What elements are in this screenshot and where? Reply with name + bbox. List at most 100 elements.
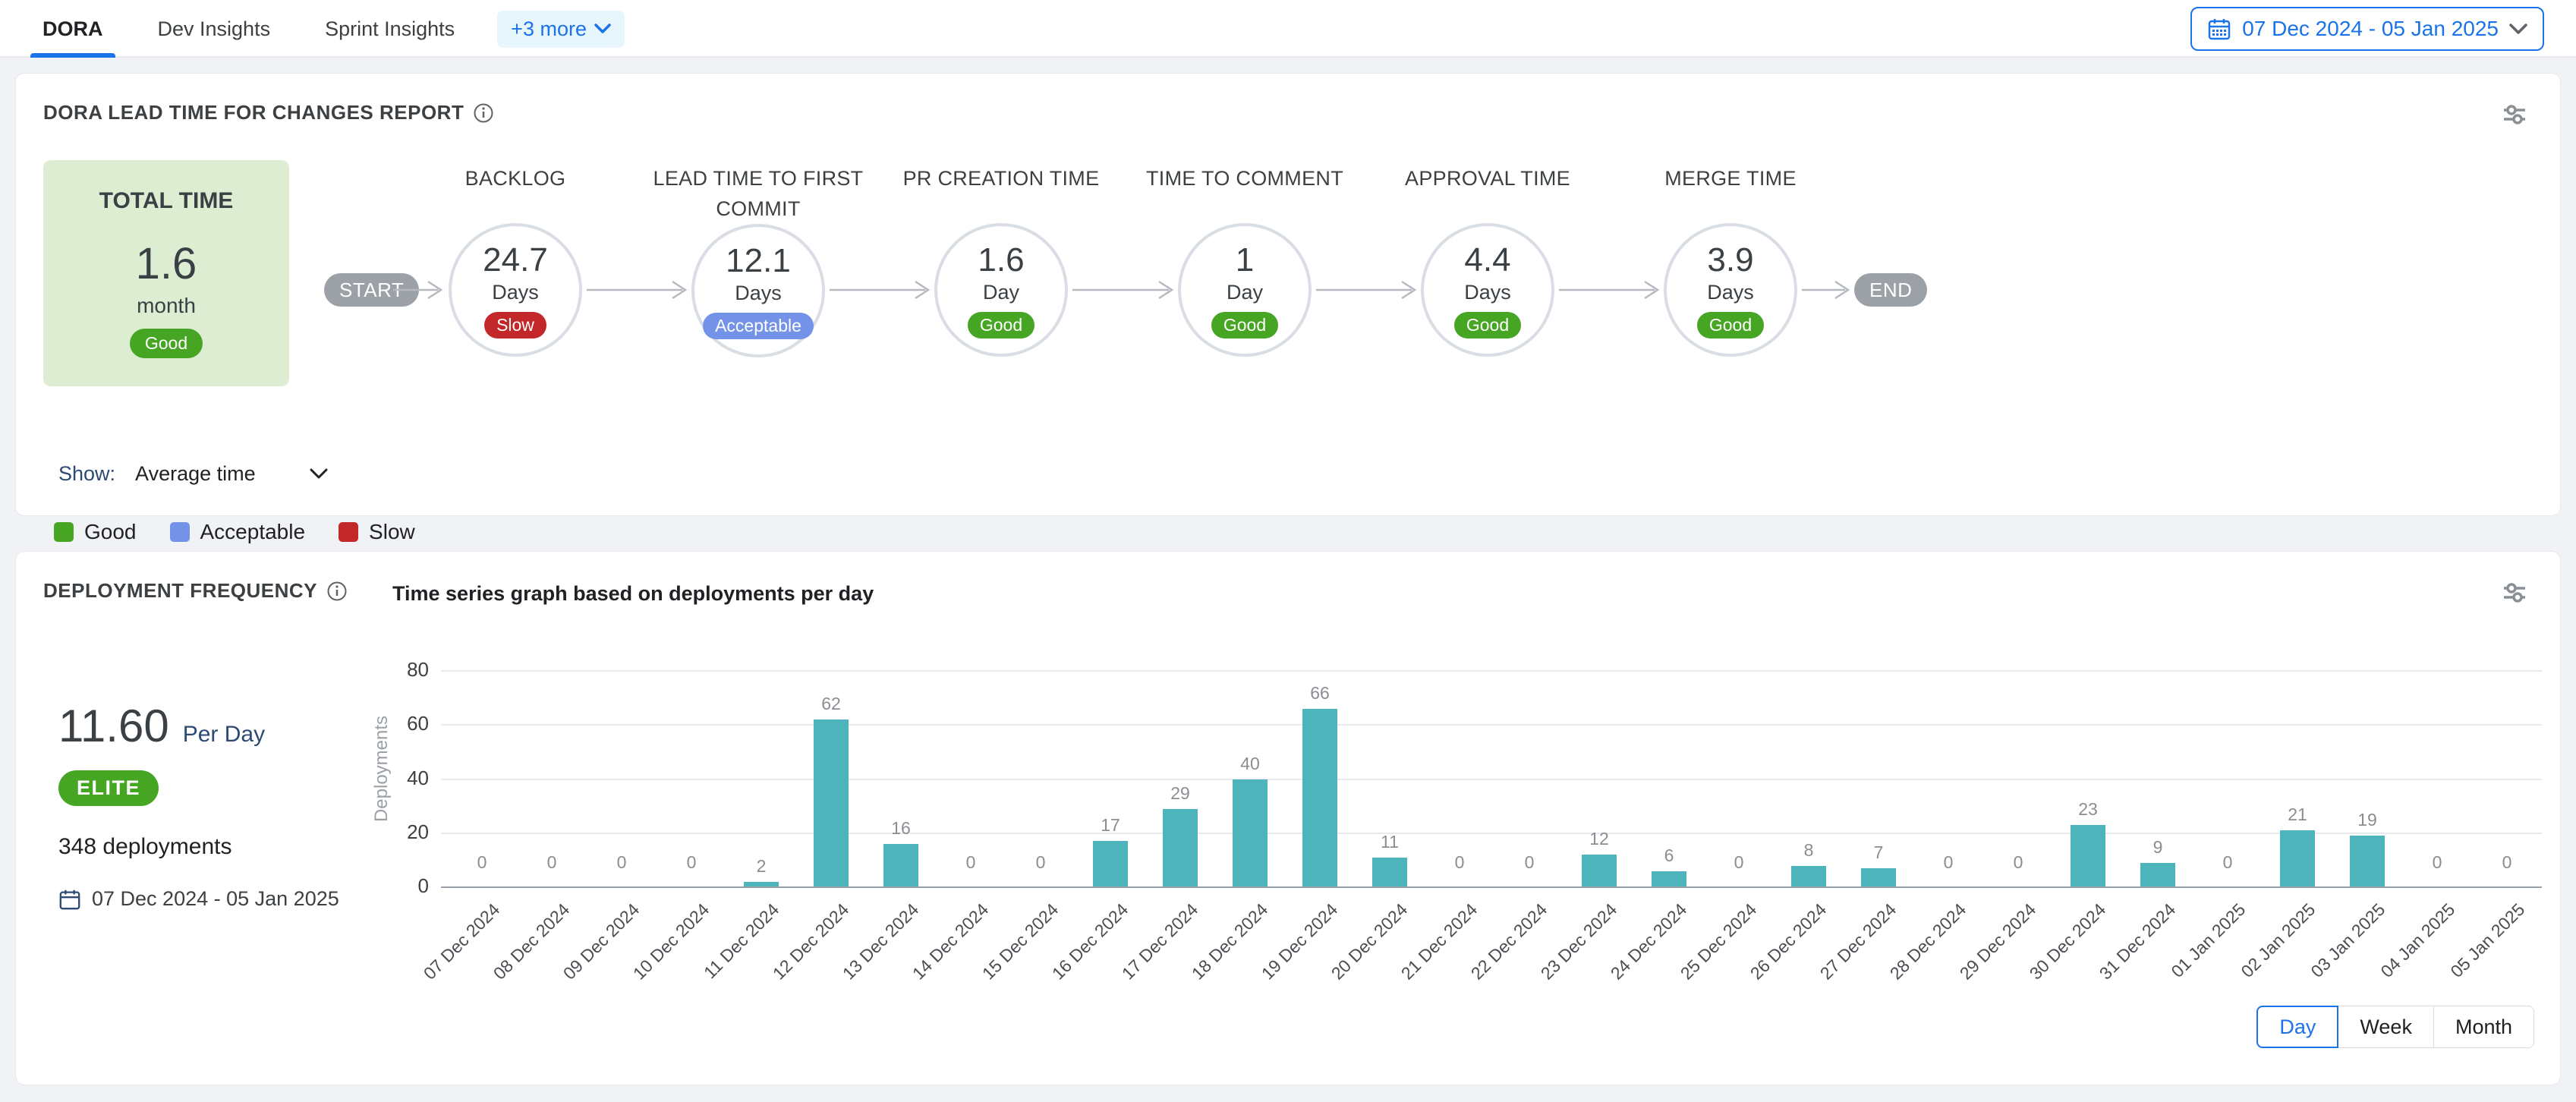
stage-title: MERGE TIME [1664, 163, 1797, 223]
stage-circle: 12.1Days Acceptable [691, 224, 825, 357]
bar-value-label: 12 [1564, 829, 1634, 849]
stage-circle: 1.6DayGood [934, 223, 1068, 357]
stage-value: 1 [1236, 241, 1254, 279]
rate-unit: Per Day [183, 722, 265, 748]
stage-pr-creation-time: PR CREATION TIME1.6DayGood [880, 163, 1123, 357]
legend-label: Acceptable [200, 520, 306, 544]
bar-value-label: 0 [587, 852, 657, 873]
stage-unit: Days [1464, 281, 1511, 304]
date-range-picker[interactable]: 07 Dec 2024 - 05 Jan 2025 [2190, 7, 2544, 51]
stage-circle: 4.4Days Good [1421, 223, 1554, 357]
granularity-week-button[interactable]: Week [2338, 1006, 2434, 1048]
y-tick-80: 80 [376, 658, 429, 682]
gridline-40 [441, 779, 2542, 780]
calendar-icon [2207, 17, 2231, 41]
bar-value-label: 0 [936, 852, 1006, 873]
bar-value-label: 0 [1425, 852, 1494, 873]
show-selector-row: Show: Average time [58, 462, 328, 486]
bar-value-label: 62 [796, 694, 866, 714]
stage-title: PR CREATION TIME [903, 163, 1100, 223]
chart-settings-button[interactable] [2496, 575, 2533, 611]
bar-value-label: 21 [2263, 804, 2332, 825]
stage-approval-time: APPROVAL TIME 4.4Days Good [1366, 163, 1609, 357]
deployment-frequency-card: DEPLOYMENT FREQUENCY Time series graph b… [15, 551, 2561, 1085]
bar-value-label: 40 [1215, 754, 1285, 774]
bar-value-label: 19 [2332, 810, 2402, 830]
deployments-bar-chart: Deployments 020406080007 Dec 2024008 Dec… [441, 650, 2542, 887]
deployment-date-range-text: 07 Dec 2024 - 05 Jan 2025 [92, 887, 339, 911]
stage-unit: Day [1227, 281, 1263, 304]
stage-value: 3.9 [1707, 241, 1753, 279]
y-tick-0: 0 [376, 874, 429, 898]
tab-dora[interactable]: DORA [30, 0, 115, 58]
y-tick-20: 20 [376, 820, 429, 844]
calendar-icon [58, 888, 81, 911]
bar-12-dec-2024 [814, 719, 849, 887]
report-tabs: DORA Dev Insights Sprint Insights +3 mor… [30, 0, 625, 58]
gridline-20 [441, 833, 2542, 834]
bar-value-label: 0 [1983, 852, 2053, 873]
bar-value-label: 2 [726, 856, 796, 877]
stage-status-badge: Good [1454, 312, 1521, 338]
bar-value-label: 16 [866, 818, 936, 839]
stage-value: 24.7 [483, 241, 548, 279]
tab-dev-insights[interactable]: Dev Insights [146, 0, 283, 58]
bar-31-dec-2024 [2140, 863, 2175, 887]
stage-value: 4.4 [1464, 241, 1510, 279]
legend-item-slow: Slow [339, 520, 415, 544]
stage-status-badge: Good [1211, 312, 1278, 338]
stage-status-badge: Slow [484, 312, 546, 338]
stage-value: 12.1 [726, 242, 791, 280]
chevron-down-icon [2509, 24, 2527, 35]
stage-backlog: BACKLOG24.7DaysSlow [394, 163, 637, 357]
more-tabs-dropdown[interactable]: +3 more [497, 11, 625, 48]
stage-time-to-comment: TIME TO COMMENT1DayGood [1123, 163, 1366, 357]
bar-value-label: 0 [1006, 852, 1075, 873]
legend-label: Good [84, 520, 137, 544]
rate-value: 11.60 [58, 700, 169, 752]
bar-value-label: 0 [1913, 852, 1983, 873]
stage-title: APPROVAL TIME [1405, 163, 1570, 223]
show-dropdown[interactable]: Average time [135, 462, 310, 486]
chevron-down-icon [594, 24, 611, 34]
stage-merge-time: MERGE TIME3.9DaysGood [1609, 163, 1852, 357]
legend-swatch [54, 522, 74, 542]
bar-20-dec-2024 [1372, 858, 1407, 887]
stage-value: 1.6 [978, 241, 1024, 279]
y-tick-60: 60 [376, 712, 429, 735]
granularity-month-button[interactable]: Month [2433, 1006, 2534, 1048]
bar-17-dec-2024 [1163, 809, 1198, 887]
chevron-down-icon[interactable] [310, 468, 328, 480]
bar-27-dec-2024 [1861, 868, 1896, 887]
stage-unit: Day [983, 281, 1019, 304]
stage-lead-time-to-first-commit: LEAD TIME TO FIRST COMMIT 12.1Days Accepta… [637, 163, 880, 357]
legend-swatch [170, 522, 190, 542]
lead-time-flow: START END BACKLOG24.7DaysSlowLEAD TIME T… [16, 74, 2562, 438]
dora-dashboard: DORA Dev Insights Sprint Insights +3 mor… [0, 0, 2576, 1102]
status-legend: Good Acceptable Slow [54, 520, 415, 544]
stage-circle: 3.9DaysGood [1664, 223, 1797, 357]
bar-30-dec-2024 [2071, 825, 2105, 887]
date-range-text: 07 Dec 2024 - 05 Jan 2025 [2242, 17, 2499, 41]
stage-status-badge: Acceptable [703, 313, 814, 339]
tab-sprint-insights[interactable]: Sprint Insights [313, 0, 467, 58]
bar-value-label: 6 [1634, 845, 1704, 866]
lead-time-card: DORA LEAD TIME FOR CHANGES REPORT TOTAL … [15, 73, 2561, 516]
info-icon[interactable] [326, 581, 348, 602]
deployment-date-range: 07 Dec 2024 - 05 Jan 2025 [58, 887, 339, 911]
more-tabs-label: +3 more [511, 17, 587, 41]
sliders-icon [2500, 578, 2529, 607]
granularity-day-button[interactable]: Day [2256, 1006, 2338, 1048]
bar-02-jan-2025 [2280, 830, 2315, 887]
stage-unit: Days [735, 282, 782, 305]
bar-03-jan-2025 [2350, 836, 2385, 887]
bar-24-dec-2024 [1652, 871, 1686, 887]
top-tab-bar: DORA Dev Insights Sprint Insights +3 mor… [0, 0, 2576, 58]
legend-swatch [339, 522, 358, 542]
bar-value-label: 0 [2193, 852, 2263, 873]
gridline-80 [441, 670, 2542, 672]
bar-16-dec-2024 [1093, 841, 1128, 887]
stage-title: LEAD TIME TO FIRST COMMIT [637, 163, 880, 224]
bar-value-label: 0 [2402, 852, 2472, 873]
deployment-rate: 11.60 Per Day [58, 700, 265, 752]
